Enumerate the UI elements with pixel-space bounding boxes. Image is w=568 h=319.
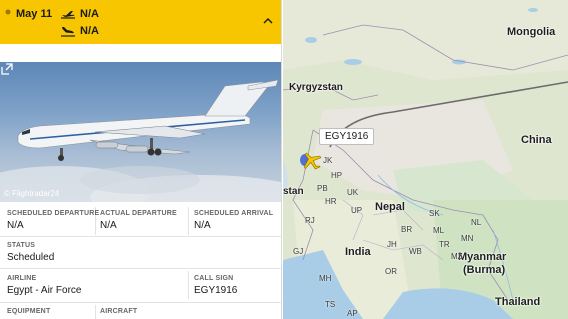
actual-departure-label: ACTUAL DEPARTURE [100,210,177,217]
flight-date: May 11 [16,8,53,20]
equipment-label: EQUIPMENT [7,308,51,315]
map-label-state: HR [325,197,337,206]
map-label-state: SK [429,209,440,218]
map-label-myanmar: Myanmar [458,251,507,263]
divider [0,268,281,269]
divider [95,305,96,319]
scheduled-arrival-value: N/A [194,220,211,231]
arrival-time: N/A [80,25,99,37]
map-label-state: AP [347,309,358,318]
map-label-nepal: Nepal [375,201,405,213]
flight-map[interactable]: Mongolia Kyrgyzstan China stan Nepal Ind… [283,0,568,319]
actual-departure: ACTUAL DEPARTURE N/A [100,210,177,231]
airline: AIRLINE Egypt - Air Force [7,275,81,296]
status: STATUS Scheduled [7,242,54,263]
chevron-up-icon[interactable] [262,16,274,26]
airline-value: Egypt - Air Force [7,285,82,296]
aircraft-photo[interactable]: © Flightradar24 [0,62,281,202]
map-label-state: JK [323,156,333,165]
map-label-state: HP [331,171,343,180]
actual-departure-value: N/A [100,220,117,231]
map-label-stan: stan [283,186,304,197]
flight-header[interactable]: May 11 N/A N/A [0,0,281,44]
divider [0,236,281,237]
scheduled-arrival: SCHEDULED ARRIVAL N/A [194,210,273,231]
departure-time: N/A [80,8,99,20]
map-label-state: MH [319,274,332,283]
divider [188,207,189,235]
airline-label: AIRLINE [7,275,37,282]
call-sign-value: EGY1916 [194,285,238,296]
map-label-state: OR [385,267,397,276]
flight-callout[interactable]: EGY1916 [319,128,375,145]
map-label-state: GJ [293,247,304,256]
map-label-india: India [345,246,371,258]
flight-details-panel: May 11 N/A N/A © Flightradar24 SCHEDULED… [0,0,282,319]
aircraft: AIRCRAFT [100,308,137,315]
photo-credit: © Flightradar24 [4,189,60,198]
map-label-china: China [521,134,552,146]
map-label-kyrgyzstan: Kyrgyzstan [289,82,343,93]
call-sign: CALL SIGN EGY1916 [194,275,237,296]
map-label-state: UK [347,188,359,197]
map-label-state: TS [325,300,336,309]
status-label: STATUS [7,242,36,249]
plane-takeoff-icon [61,11,75,19]
map-label-state: TR [439,240,450,249]
call-sign-label: CALL SIGN [194,275,234,282]
map-label-state: MN [461,234,474,243]
aircraft-image [0,79,281,202]
plane-landing-icon [61,27,75,37]
map-label-state: MZ [451,252,463,261]
scheduled-departure-label: SCHEDULED DEPARTURE [7,210,100,217]
departure-row: N/A [60,8,99,20]
status-value: Scheduled [7,252,55,263]
aircraft-marker-icon[interactable] [297,150,323,172]
aircraft-label: AIRCRAFT [100,308,138,315]
expand-icon[interactable] [0,62,14,76]
map-label-state: ML [433,226,445,235]
divider [188,271,189,299]
map-label-state: PB [317,184,328,193]
menu-dot-icon [5,9,11,15]
map-label-state: UP [351,206,363,215]
map-label-state: NL [471,218,482,227]
map-label-thailand: Thailand [495,296,541,308]
equipment: EQUIPMENT [7,308,50,315]
arrival-row: N/A [60,25,99,37]
scheduled-departure-value: N/A [7,220,24,231]
map-label-mongolia: Mongolia [507,26,556,38]
scheduled-departure: SCHEDULED DEPARTURE N/A [7,210,99,231]
map-label-state: JH [387,240,397,249]
scheduled-arrival-label: SCHEDULED ARRIVAL [194,210,274,217]
divider [0,302,281,303]
map-label-burma: (Burma) [463,264,506,276]
map-label-state: BR [401,225,413,234]
map-label-state: WB [409,247,422,256]
map-label-state: RJ [305,216,315,225]
